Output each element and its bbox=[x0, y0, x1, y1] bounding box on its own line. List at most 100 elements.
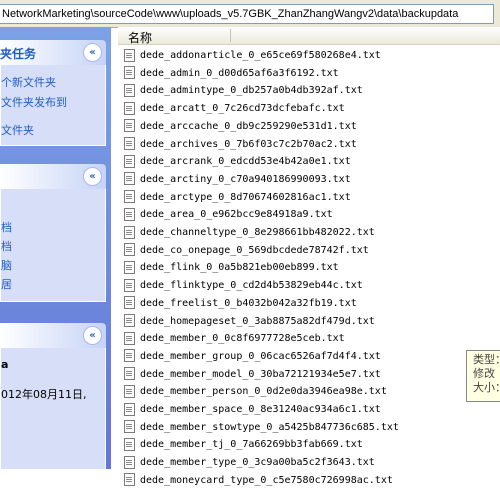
text-file-icon bbox=[124, 367, 135, 381]
file-row[interactable]: dede_arccache_0_db9c259290e531d1.txt bbox=[124, 118, 357, 135]
text-file-icon bbox=[124, 101, 135, 115]
file-row[interactable]: dede_co_onepage_0_569dbcdede78742f.txt bbox=[124, 242, 369, 259]
task-link-publish-folder[interactable]: 文件夹发布到 bbox=[1, 94, 67, 110]
file-name: dede_archives_0_7b6f03c7c2b70ac2.txt bbox=[140, 138, 357, 150]
file-row[interactable]: dede_flinktype_0_cd2d4b53829eb44c.txt bbox=[124, 277, 363, 294]
file-row[interactable]: dede_admintype_0_db257a0b4db392af.txt bbox=[124, 82, 363, 99]
text-file-icon bbox=[124, 402, 135, 416]
text-file-icon bbox=[124, 48, 135, 62]
file-row[interactable]: dede_member_0_0c8f6977728e5ceb.txt bbox=[124, 330, 345, 347]
file-name: dede_arctiny_0_c70a940186990093.txt bbox=[140, 173, 351, 185]
file-name: dede_admintype_0_db257a0b4db392af.txt bbox=[140, 85, 363, 97]
text-file-icon bbox=[124, 154, 135, 168]
file-row[interactable]: dede_member_stowtype_0_a5425b847736c685.… bbox=[124, 419, 399, 436]
place-link-shared-documents[interactable]: 档 bbox=[1, 238, 12, 254]
file-row[interactable]: dede_addonarticle_0_e65ce69f580268e4.txt bbox=[124, 47, 381, 64]
task-link-new-folder[interactable]: 个新文件夹 bbox=[1, 74, 56, 90]
details-name: a bbox=[1, 358, 9, 371]
text-file-icon bbox=[124, 296, 135, 310]
file-name: dede_member_stowtype_0_a5425b847736c685.… bbox=[140, 421, 399, 433]
text-file-icon bbox=[124, 243, 135, 257]
tooltip-modified: 修改 bbox=[473, 368, 495, 380]
file-row[interactable]: dede_member_person_0_0d2e0da3946ea98e.tx… bbox=[124, 383, 387, 400]
file-row[interactable]: dede_homepageset_0_3ab8875a82df479d.txt bbox=[124, 313, 375, 330]
text-file-icon bbox=[124, 137, 135, 150]
text-file-icon bbox=[124, 331, 135, 345]
column-header-name[interactable]: 名称 bbox=[128, 29, 152, 46]
tooltip-size: 大小： bbox=[473, 382, 500, 394]
other-places-header[interactable]: « bbox=[0, 164, 106, 189]
file-row[interactable]: dede_arctiny_0_c70a940186990093.txt bbox=[124, 171, 351, 188]
text-file-icon bbox=[124, 278, 135, 292]
file-name: dede_co_onepage_0_569dbcdede78742f.txt bbox=[140, 244, 369, 256]
file-name: dede_member_0_0c8f6977728e5ceb.txt bbox=[140, 333, 345, 345]
text-file-icon bbox=[124, 455, 135, 469]
file-row[interactable]: dede_arctype_0_8d70674602816ac1.txt bbox=[124, 189, 351, 206]
file-name: dede_area_0_e962bcc9e84918a9.txt bbox=[140, 209, 333, 221]
text-file-icon bbox=[124, 260, 135, 274]
text-file-icon bbox=[124, 314, 135, 327]
column-header: 名称 bbox=[118, 27, 500, 45]
file-row[interactable]: dede_arcrank_0_edcdd53e4b42a0e1.txt bbox=[124, 153, 351, 170]
file-name: dede_channeltype_0_8e298661bb482022.txt bbox=[140, 227, 375, 238]
other-places-panel: « 档 档 脑 居 bbox=[0, 164, 106, 302]
file-name: dede_flink_0_0a5b821eb00eb899.txt bbox=[140, 262, 339, 274]
text-file-icon bbox=[124, 119, 135, 133]
file-list: 名称 dede_addonarticle_0_e65ce69f580268e4.… bbox=[118, 27, 500, 487]
place-link-documents[interactable]: 档 bbox=[1, 219, 12, 235]
text-file-icon bbox=[124, 420, 135, 434]
address-input[interactable]: NetworkMarketing\sourceCode\www\uploads_… bbox=[0, 4, 494, 24]
file-row[interactable]: dede_channeltype_0_8e298661bb482022.txt bbox=[124, 224, 375, 241]
file-row[interactable]: dede_archives_0_7b6f03c7c2b70ac2.txt bbox=[124, 136, 357, 153]
file-name: dede_member_group_0_06cac6526af7d4f4.txt bbox=[140, 350, 381, 362]
details-header[interactable]: « bbox=[0, 323, 106, 348]
file-row[interactable]: dede_member_model_0_30ba72121934e5e7.txt bbox=[124, 366, 381, 383]
task-pane: 夹任务 « 个新文件夹 文件夹发布到 文件夹 « 档 档 脑 居 « a 012… bbox=[0, 27, 111, 469]
file-row[interactable]: dede_flink_0_0a5b821eb00eb899.txt bbox=[124, 259, 339, 276]
file-name: dede_addonarticle_0_e65ce69f580268e4.txt bbox=[140, 50, 381, 61]
file-name: dede_member_type_0_3c9a00ba5c2f3643.txt bbox=[140, 457, 375, 469]
file-name: dede_arctype_0_8d70674602816ac1.txt bbox=[140, 191, 351, 203]
file-row[interactable]: dede_moneycard_type_0_c5e7580c726998ac.t… bbox=[124, 472, 393, 489]
place-link-my-computer[interactable]: 脑 bbox=[1, 257, 12, 273]
file-name: dede_arccache_0_db9c259290e531d1.txt bbox=[140, 120, 357, 132]
file-row[interactable]: dede_freelist_0_b4032b042a32fb19.txt bbox=[124, 295, 357, 312]
file-row[interactable]: dede_area_0_e962bcc9e84918a9.txt bbox=[124, 206, 333, 223]
file-tasks-panel: 夹任务 « 个新文件夹 文件夹发布到 文件夹 bbox=[0, 40, 106, 146]
file-row[interactable]: dede_arcatt_0_7c26cd73dcfebafc.txt bbox=[124, 100, 345, 117]
text-file-icon bbox=[124, 349, 135, 363]
file-row[interactable]: dede_admin_0_d00d65af6a3f6192.txt bbox=[124, 65, 339, 82]
file-name: dede_member_person_0_0d2e0da3946ea98e.tx… bbox=[140, 386, 387, 398]
text-file-icon bbox=[124, 83, 135, 97]
text-file-icon bbox=[124, 384, 135, 398]
collapse-icon[interactable]: « bbox=[83, 43, 102, 62]
file-name: dede_admin_0_d00d65af6a3f6192.txt bbox=[140, 67, 339, 79]
text-file-icon bbox=[124, 190, 135, 204]
file-row[interactable]: dede_member_tj_0_7a66269bb3fab669.txt bbox=[124, 436, 363, 453]
file-row[interactable]: dede_member_space_0_8e31240ac934a6c1.txt bbox=[124, 401, 381, 418]
column-divider[interactable] bbox=[230, 29, 231, 42]
file-name: dede_flinktype_0_cd2d4b53829eb44c.txt bbox=[140, 280, 363, 292]
other-places-body: 档 档 脑 居 bbox=[0, 189, 106, 302]
text-file-icon bbox=[124, 207, 135, 221]
file-name: dede_arcatt_0_7c26cd73dcfebafc.txt bbox=[140, 103, 345, 115]
file-name: dede_homepageset_0_3ab8875a82df479d.txt bbox=[140, 315, 375, 327]
collapse-icon[interactable]: « bbox=[83, 167, 102, 186]
file-tasks-body: 个新文件夹 文件夹发布到 文件夹 bbox=[0, 65, 106, 146]
text-file-icon bbox=[124, 66, 135, 80]
text-file-icon bbox=[124, 225, 135, 239]
text-file-icon bbox=[124, 473, 135, 487]
task-link-share-folder[interactable]: 文件夹 bbox=[1, 122, 34, 138]
tooltip-type: 类型： bbox=[473, 354, 500, 366]
file-name: dede_moneycard_type_0_c5e7580c726998ac.t… bbox=[140, 474, 393, 486]
file-row[interactable]: dede_member_group_0_06cac6526af7d4f4.txt bbox=[124, 348, 381, 365]
collapse-icon[interactable]: « bbox=[83, 326, 102, 345]
file-name: dede_member_model_0_30ba72121934e5e7.txt bbox=[140, 368, 381, 380]
details-panel: « a 012年08月11日, bbox=[0, 323, 106, 469]
file-tasks-header[interactable]: 夹任务 « bbox=[0, 40, 106, 65]
file-name: dede_arcrank_0_edcdd53e4b42a0e1.txt bbox=[140, 156, 351, 168]
place-link-network-places[interactable]: 居 bbox=[1, 276, 12, 292]
details-body: a 012年08月11日, bbox=[0, 348, 106, 469]
details-modified: 012年08月11日, bbox=[1, 388, 87, 401]
file-name: dede_freelist_0_b4032b042a32fb19.txt bbox=[140, 297, 357, 309]
